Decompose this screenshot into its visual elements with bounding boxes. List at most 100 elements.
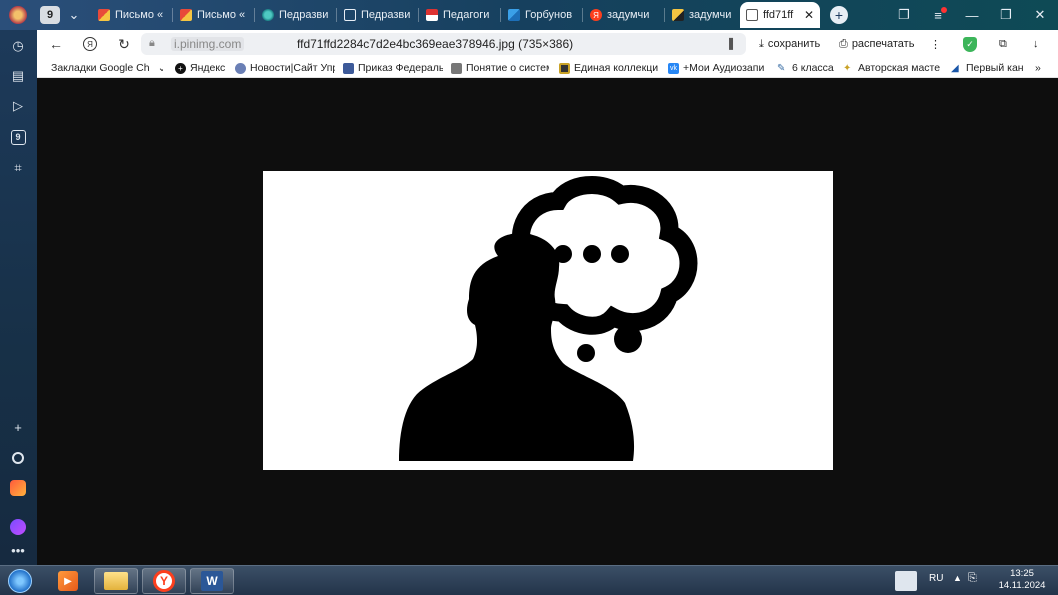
yandex-logo-icon: Я [83,37,97,51]
collections-sidebar-button[interactable]: ▤ [8,66,28,86]
network-icon[interactable]: ⎘ [968,572,977,585]
tab-pedrazvi-2[interactable]: Педразви [338,4,416,26]
protect-button[interactable]: ✓ [963,35,977,53]
restore-button[interactable]: ❐ [994,4,1018,26]
bookmark-icon[interactable]: ❚ [726,36,736,50]
download-arrow-icon: ↓ [1033,38,1039,50]
tab-label: задумчи [607,9,650,21]
yandex-home-button[interactable]: Я [79,34,101,54]
tray-expand-icon[interactable]: ▲ [953,573,962,583]
clock-date: 14.11.2024 [998,580,1046,591]
tab-label: Письмо « [197,9,246,21]
close-tab-icon[interactable]: ✕ [804,8,814,22]
downloads-button[interactable]: ↓ [1033,35,1039,53]
bookmark-avtorskaya[interactable]: ✦ Авторская масте [843,61,945,75]
tab-pedagogi[interactable]: Педагоги [420,4,498,26]
more-button[interactable]: ••• [8,540,28,560]
taskbar-yandex-browser[interactable]: Y [142,568,186,594]
bookmark-audio[interactable]: vk +Мои Аудиозапи [668,61,768,75]
tab-zadumchi-1[interactable]: Я задумчи [584,4,662,26]
document-icon [344,9,356,21]
print-button[interactable]: ⎙ распечатать [839,35,914,53]
new-tab-button[interactable]: + [827,4,851,26]
alice-button[interactable] [8,448,28,468]
tab-active-image[interactable]: ffd71ff ✕ [740,2,820,28]
mail-sidebar-button[interactable] [8,478,28,498]
tab-mail-1[interactable]: Письмо « [92,4,170,26]
plus-icon: + [830,6,848,24]
bookmark-google[interactable]: Закладки Google Ch ⌄ [51,61,163,75]
tab-count-badge: 9 [10,129,26,145]
clock-icon: ◷ [12,38,24,53]
emblem-icon [235,62,246,74]
profile-avatar[interactable] [6,4,30,26]
menu-button[interactable]: ≡ [926,4,950,26]
print-label: распечатать [851,38,915,50]
save-button[interactable]: ⤓ сохранить [759,35,820,53]
vk-icon: vk [668,62,679,74]
tab-mail-2[interactable]: Письмо « [174,4,252,26]
add-panel-button[interactable]: + [8,417,28,437]
displayed-image[interactable] [263,171,833,470]
bookmark-label: Закладки Google Ch [51,62,150,74]
tab-divider [418,8,419,22]
screenshot-button[interactable]: ⌗ [8,158,28,178]
person-silhouette-icon [399,233,635,461]
avatar-icon [9,6,27,24]
bookmark-perviy[interactable]: ◢ Первый кан [951,61,1025,75]
tab-zadumchi-2[interactable]: задумчи [666,4,744,26]
more-actions-button[interactable]: ⋮ [930,35,941,53]
language-indicator[interactable]: RU [929,573,943,584]
sidebar: ◷ ▤ ▷ 9 ⌗ + ••• [0,30,37,565]
bookmark-6klassa[interactable]: ✎ 6 класса [777,61,839,75]
bookmark-news[interactable]: Новости|Сайт Упр [235,61,335,75]
taskbar: ▶ Y W RU ▲ ⎘ 13:25 14.11.2024 [0,565,1058,595]
address-bar[interactable]: 🔒︎ i.pinimg.com ffd71ffd2284c7d2e4bc369e… [141,33,746,55]
download-icon: ⤓ [759,37,764,50]
collections-button[interactable]: ❐ [892,4,916,26]
thinking-person-illustration [399,176,698,461]
video-button[interactable]: ▷ [8,96,28,116]
image-viewer [37,78,1058,565]
tab-label: Педагоги [443,9,490,21]
bookmark-label: 6 класса [792,62,834,74]
tab-divider [500,8,501,22]
site-icon [559,62,570,74]
tab-pedrazvi-1[interactable]: Педразви [256,4,334,26]
site-icon [343,62,354,74]
assistant-button[interactable] [8,517,28,537]
clock[interactable]: 13:25 14.11.2024 [998,568,1046,592]
pen-icon: ✎ [777,62,786,74]
lock-icon: 🔒︎ [149,37,155,49]
globe-icon [262,9,274,21]
bookmark-prikaz[interactable]: Приказ Федераль [343,61,443,75]
mail-icon [180,9,192,21]
taskbar-media-player[interactable]: ▶ [46,568,90,594]
back-button[interactable]: ← [45,34,67,54]
bookmark-collection[interactable]: Единая коллекци [559,61,659,75]
extensions-button[interactable]: ⧉ [999,35,1007,53]
history-button[interactable]: ◷ [8,36,28,56]
tabs-menu-button[interactable]: ⌄ [62,4,86,26]
close-window-button[interactable]: ✕ [1028,4,1052,26]
tab-divider [664,8,665,22]
taskbar-explorer[interactable] [94,568,138,594]
minimize-button[interactable]: — [960,4,984,26]
more-dots-icon: ••• [11,542,25,558]
tab-counter-button[interactable]: 9 [38,4,62,26]
bookmark-yandex[interactable]: + Яндекс [175,61,231,75]
tab-label: Горбунов [525,9,573,21]
document-icon [746,9,758,21]
tabs-sidebar-button[interactable]: 9 [8,127,28,147]
bookmark-ponyatie[interactable]: Понятие о систем [451,61,549,75]
assistant-icon [10,519,26,535]
start-button[interactable] [4,566,36,595]
tray-pen-icon[interactable] [895,571,917,591]
bookmarks-overflow-button[interactable]: » [1035,61,1049,75]
star-icon: ✦ [843,62,852,74]
yandex-icon: Я [590,9,602,21]
reload-button[interactable]: ↻ [113,34,135,54]
tab-gorbunov[interactable]: Горбунов [502,4,580,26]
taskbar-word[interactable]: W [190,568,234,594]
tab-label: задумчи [689,9,732,21]
